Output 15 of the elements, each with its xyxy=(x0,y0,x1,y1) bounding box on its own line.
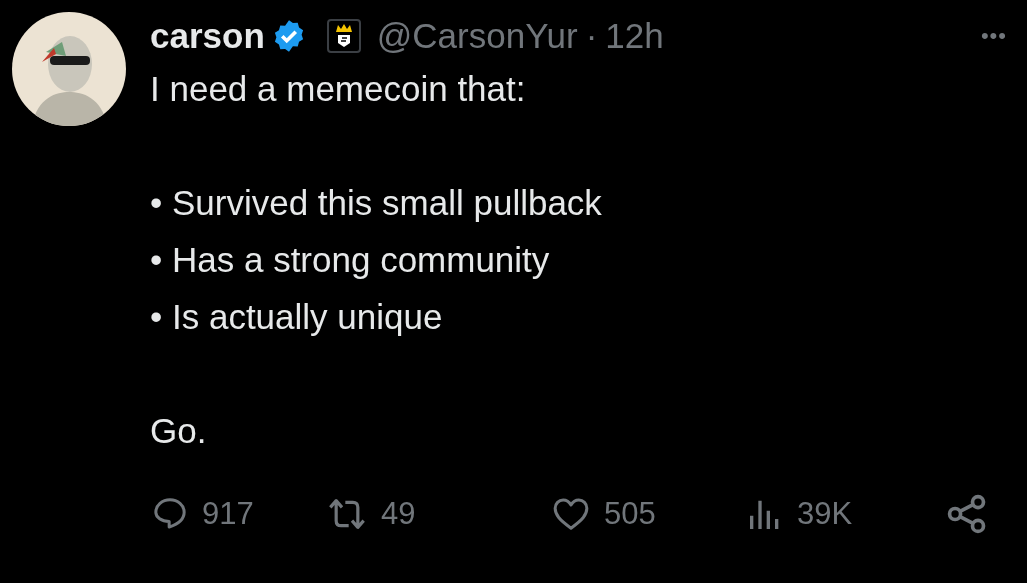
like-count: 505 xyxy=(604,495,656,533)
user-handle[interactable]: @CarsonYur xyxy=(376,12,578,60)
post-text: Go. xyxy=(150,410,208,452)
repost-count: 49 xyxy=(381,495,416,533)
post-text-bullet: • Has a strong community xyxy=(150,239,551,281)
crown-badge-icon xyxy=(326,19,361,53)
more-button[interactable]: ••• xyxy=(980,12,1007,60)
post-text-bullet: • Is actually unique xyxy=(150,296,444,338)
reply-count: 917 xyxy=(202,495,254,533)
post-text-bullet: • Survived this small pullback xyxy=(150,182,603,224)
author-name[interactable]: carson xyxy=(150,12,265,60)
separator-dot: · xyxy=(585,15,598,57)
views-count: 39K xyxy=(797,495,853,533)
post-text: I need a memecoin that: xyxy=(150,68,527,110)
post-time[interactable]: 12h xyxy=(605,12,664,60)
